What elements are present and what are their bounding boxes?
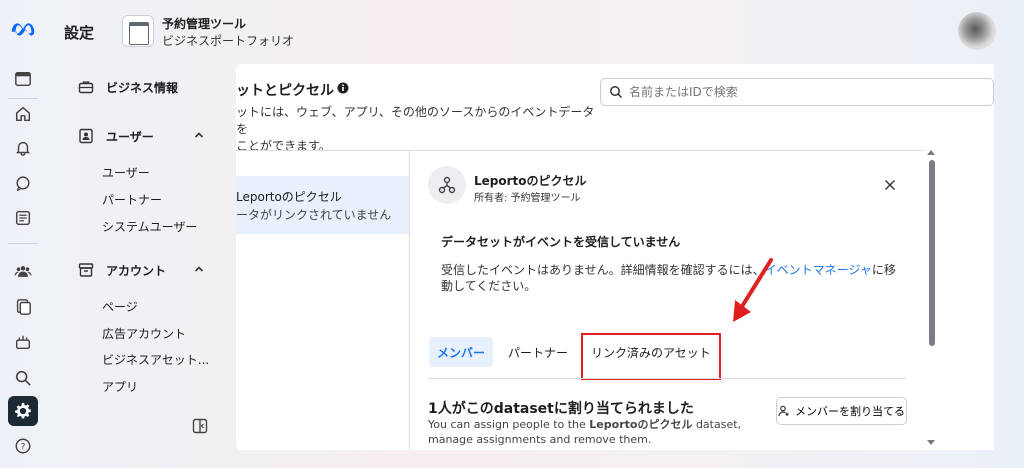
svg-text:?: ?: [21, 443, 26, 453]
assign-text: You can assign people to the: [428, 418, 590, 431]
nav-item-business-assets[interactable]: ビジネスアセット...: [102, 351, 209, 368]
nav-business-info-label: ビジネス情報: [106, 80, 179, 95]
settings-gear-icon[interactable]: [8, 396, 38, 426]
meta-logo-icon[interactable]: [8, 14, 38, 44]
nav-users-section[interactable]: ユーザー: [64, 121, 236, 151]
section-title: ットとピクセル: [236, 83, 334, 99]
description-line: ットには、ウェブ、アプリ、その他のソースからのイベントデータを: [236, 105, 595, 136]
pages-icon[interactable]: [8, 292, 38, 322]
help-icon[interactable]: ?: [8, 431, 38, 461]
assign-members-button[interactable]: メンバーを割り当てる: [776, 397, 907, 425]
annotation-arrow: [733, 258, 773, 322]
nav-accounts-label: アカウント: [106, 263, 167, 278]
info-icon[interactable]: [337, 82, 349, 94]
business-portfolio-icon[interactable]: [8, 64, 38, 94]
user-card-icon: [78, 128, 98, 144]
search-icon: [610, 86, 623, 99]
status-description: 受信したイベントはありません。詳細情報を確認するには、イベントマネージャに移動し…: [441, 262, 901, 294]
page-title: 設定: [64, 24, 95, 42]
pixel-owner: 所有者: 予約管理ツール: [474, 193, 581, 204]
scroll-down-arrow[interactable]: [927, 440, 935, 445]
section-description: ットには、ウェブ、アプリ、その他のソースからのイベントデータを ことができます。: [236, 104, 596, 155]
assign-members-label: メンバーを割り当てる: [795, 405, 905, 418]
pixel-avatar: [428, 166, 466, 204]
status-title: データセットがイベントを受信していません: [441, 235, 681, 249]
nav-item-users[interactable]: ユーザー: [102, 164, 150, 181]
pixel-network-icon: [438, 176, 456, 194]
business-avatar[interactable]: [122, 15, 154, 47]
chevron-up-icon: [194, 132, 204, 138]
assign-description: You can assign people to the Leportoのピクセ…: [428, 417, 768, 447]
assign-dataset-name: Leportoのピクセル: [589, 418, 693, 431]
tab-members[interactable]: メンバー: [429, 337, 494, 367]
pixel-title: Leportoのピクセル: [474, 174, 587, 188]
chat-icon[interactable]: [8, 168, 38, 198]
briefcase-icon: [78, 79, 98, 95]
tab-partners[interactable]: パートナー: [500, 337, 576, 367]
assign-title: 1人がこのdatasetに割り当てられました: [428, 401, 694, 417]
events-manager-link[interactable]: イベントマネージャ: [765, 263, 872, 277]
dataset-status: ータがリンクされていません: [236, 208, 392, 222]
add-person-icon: [778, 405, 789, 417]
search-icon[interactable]: [8, 363, 38, 393]
inbox-icon[interactable]: [8, 203, 38, 233]
profile-avatar[interactable]: [958, 12, 996, 50]
dataset-name: Leportoのピクセル: [236, 190, 342, 204]
collapse-panel-icon[interactable]: [192, 418, 208, 434]
nav-item-pages[interactable]: ページ: [102, 298, 138, 315]
search-input[interactable]: [629, 85, 969, 99]
status-text: 受信したイベントはありません。詳細情報を確認するには、: [441, 263, 765, 277]
scrollbar-thumb[interactable]: [929, 160, 935, 346]
bell-icon[interactable]: [8, 133, 38, 163]
nav-item-ad-accounts[interactable]: 広告アカウント: [102, 325, 186, 342]
tab-divider: [428, 378, 906, 379]
dataset-list-item[interactable]: Leportoのピクセル ータがリンクされていません: [236, 176, 410, 234]
close-icon[interactable]: [884, 179, 896, 191]
nav-business-info[interactable]: ビジネス情報: [64, 72, 236, 102]
search-box[interactable]: [600, 78, 994, 106]
business-name[interactable]: 予約管理ツール: [162, 15, 246, 32]
icon-rail: ?: [0, 0, 46, 468]
business-portfolio-label: ビジネスポートフォリオ: [162, 34, 295, 48]
home-icon[interactable]: [8, 99, 38, 129]
chevron-up-icon: [194, 266, 204, 272]
ads-icon[interactable]: [8, 327, 38, 357]
nav-users-label: ユーザー: [106, 129, 154, 144]
highlight-box: [581, 333, 721, 380]
people-icon[interactable]: [8, 256, 38, 286]
scroll-up-arrow[interactable]: [927, 150, 935, 155]
nav-item-system-users[interactable]: システムユーザー: [102, 218, 197, 235]
list-divider: [236, 150, 410, 151]
nav-item-apps[interactable]: アプリ: [102, 378, 138, 395]
nav-accounts-section[interactable]: アカウント: [64, 255, 236, 285]
archive-icon: [78, 262, 98, 278]
rail-divider: [8, 243, 38, 244]
nav-item-partners[interactable]: パートナー: [102, 191, 162, 208]
